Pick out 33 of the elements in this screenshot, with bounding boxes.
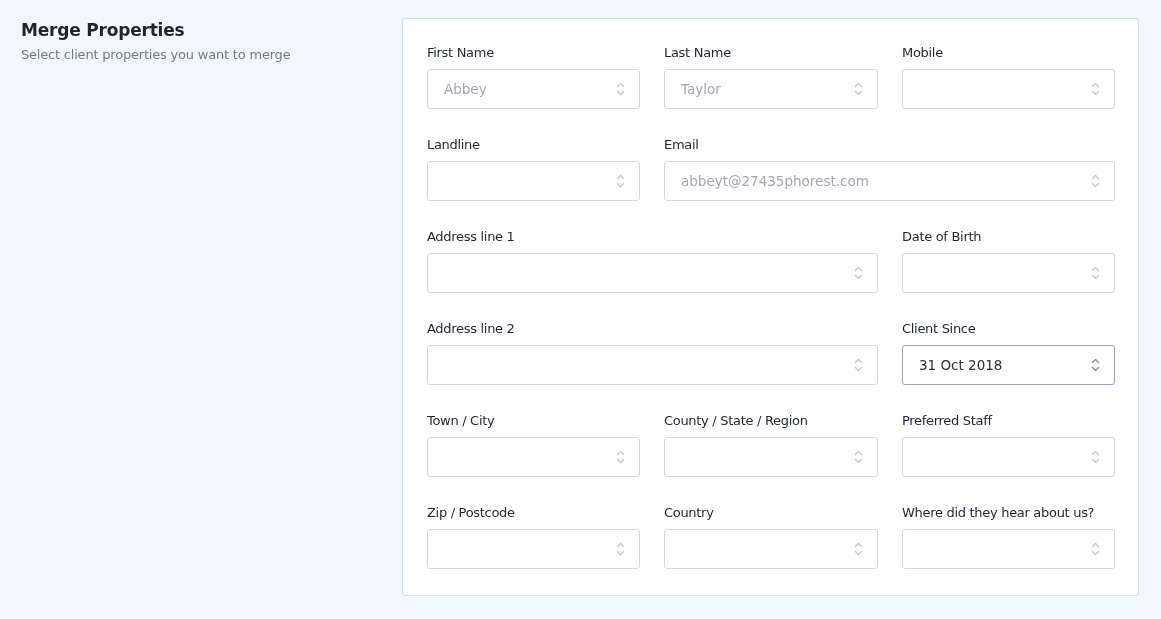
chevron-updown-icon: [1091, 173, 1100, 189]
section-title: Merge Properties: [21, 19, 186, 41]
chevron-updown-icon: [1091, 541, 1100, 557]
chevron-updown-icon: [854, 265, 863, 281]
field-label: Date of Birth: [902, 228, 983, 245]
chevron-updown-icon: [1091, 81, 1100, 97]
chevron-updown-icon: [616, 81, 625, 97]
field-label: Country: [664, 504, 715, 521]
field-label: Last Name: [664, 44, 732, 61]
field-label: County / State / Region: [664, 412, 809, 429]
chevron-updown-icon: [854, 81, 863, 97]
chevron-updown-icon: [616, 541, 625, 557]
chevron-updown-icon: [616, 449, 625, 465]
chevron-updown-icon: [1091, 449, 1100, 465]
field-label: Email: [664, 136, 700, 153]
field-label: Mobile: [902, 44, 944, 61]
field-label: Preferred Staff: [902, 412, 994, 429]
chevron-updown-icon: [854, 449, 863, 465]
chevron-updown-icon: [854, 541, 863, 557]
field-label: Client Since: [902, 320, 977, 337]
chevron-updown-icon: [616, 173, 625, 189]
field-label: Landline: [427, 136, 481, 153]
chevron-updown-icon: [1091, 357, 1100, 373]
field-label: Address line 2: [427, 320, 516, 337]
chevron-updown-icon: [854, 357, 863, 373]
field-label: Town / City: [427, 412, 496, 429]
select-field[interactable]: 31 Oct 2018: [902, 345, 1115, 385]
field-label: Where did they hear about us?: [902, 504, 1096, 521]
section-subtitle: Select client properties you want to merge: [21, 47, 292, 62]
chevron-updown-icon: [1091, 265, 1100, 281]
field-label: First Name: [427, 44, 495, 61]
field-label: Zip / Postcode: [427, 504, 516, 521]
field-label: Address line 1: [427, 228, 516, 245]
